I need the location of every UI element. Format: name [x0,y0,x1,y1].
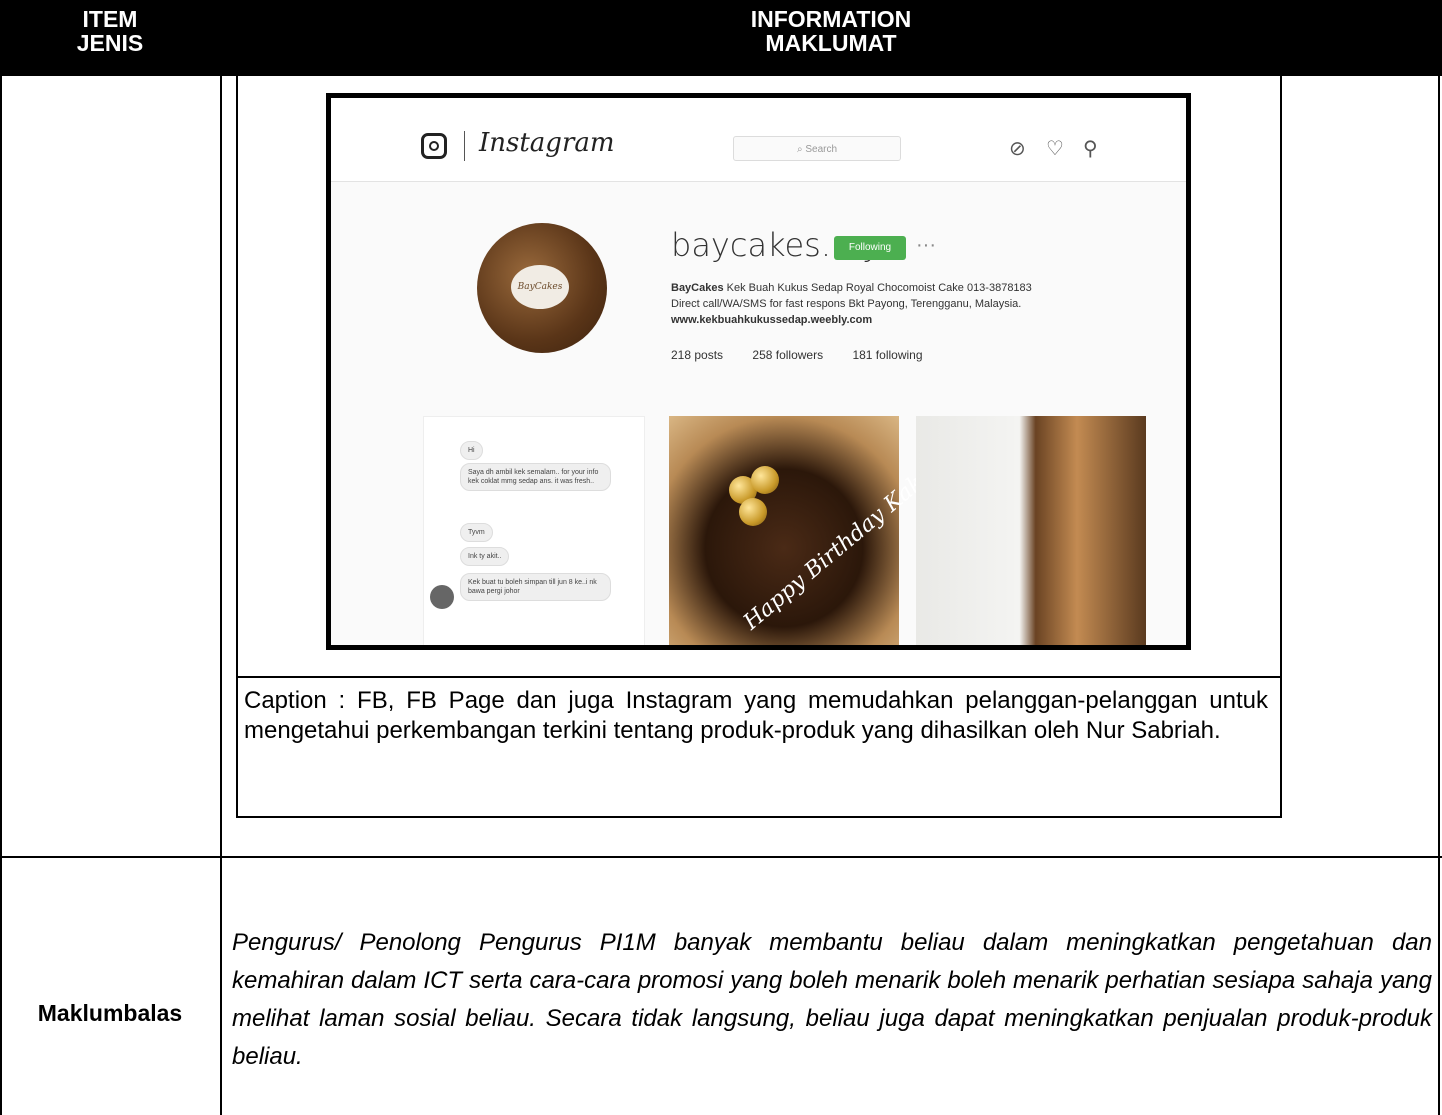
following-button: Following [834,236,906,260]
chocolate-ball [751,466,779,494]
logo-separator [464,131,465,161]
profile-bio: BayCakes Kek Buah Kukus Sedap Royal Choc… [671,280,1141,328]
post-tile-cake: Happy Birthday Kak La [669,416,955,645]
profile-stats: 218 posts 258 followers 181 following [671,348,949,362]
instagram-camera-icon [421,133,447,159]
post-tile-box [916,416,1146,645]
chat-bubble: Tyvm [460,523,493,542]
table-row-divider [0,856,1442,858]
bio-name: BayCakes [671,282,724,294]
chat-bubble: Kek buat tu boleh simpan till jun 8 ke..… [460,573,611,601]
bio-link: www.kekbuahkukussedap.weebly.com [671,314,873,326]
bio-line-1: BayCakes Kek Buah Kukus Sedap Royal Choc… [671,280,1141,296]
avatar: BayCakes [477,223,607,353]
feedback-text: Pengurus/ Penolong Pengurus PI1M banyak … [232,929,1432,1070]
following-count: 181 following [852,348,923,362]
header-info-label: INFORMATION [750,6,912,32]
header-item-label-malay: JENIS [76,30,144,56]
search-input: ⌕ Search [733,136,901,161]
compass-icon: ⊘ [1009,138,1026,160]
post-tile-chat: Hi Saya dh ambil kek semalam.. for your … [423,416,645,645]
header-item-label: ITEM [82,6,138,32]
chocolate-ball [739,498,767,526]
profile-icon: ⚲ [1083,138,1098,160]
feedback-label: Maklumbalas [37,1000,183,1026]
header-info-column: INFORMATION MAKLUMAT [222,7,1440,55]
heart-icon: ♡ [1046,138,1064,160]
chat-bubble: Saya dh ambil kek semalam.. for your inf… [460,463,611,491]
chat-bubble: Hi [460,441,483,460]
caption-text: Caption : FB, FB Page dan juga Instagram… [244,687,1268,744]
posts-count: 218 posts [671,348,724,362]
bio-line-2: Direct call/WA/SMS for fast respons Bkt … [671,298,1022,310]
instagram-wordmark: Instagram [479,128,615,158]
search-placeholder: Search [805,144,838,155]
avatar-label: BayCakes [511,265,569,309]
table-border-right [1438,76,1440,1115]
followers-count: 258 followers [752,348,824,362]
instagram-screenshot: Instagram ⌕ Search ⊘ ♡ ⚲ BayCakes baycak… [326,93,1191,650]
header-item-column: ITEM JENIS [0,7,220,55]
caption-box: Caption : FB, FB Page dan juga Instagram… [236,676,1282,818]
more-options-icon: ··· [916,234,936,256]
header-info-label-malay: MAKLUMAT [765,30,897,56]
bio-line-1-text: Kek Buah Kukus Sedap Royal Chocomoist Ca… [723,282,1032,294]
table-column-divider [220,76,222,1115]
table-border-left [0,76,2,1115]
chat-bubble: Ink ty akit.. [460,547,510,566]
chat-avatar [430,585,454,609]
